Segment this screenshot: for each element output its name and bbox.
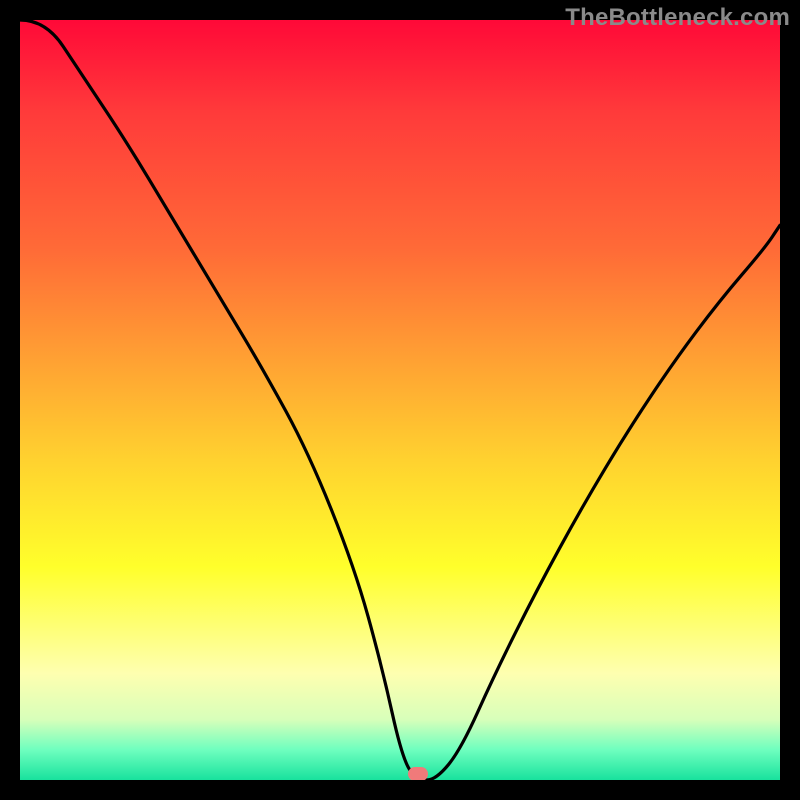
- watermark-text: TheBottleneck.com: [565, 4, 790, 32]
- minimum-marker: [408, 767, 428, 780]
- plot-area: [20, 20, 780, 780]
- bottleneck-curve: [20, 20, 780, 780]
- chart-frame: TheBottleneck.com: [0, 0, 800, 800]
